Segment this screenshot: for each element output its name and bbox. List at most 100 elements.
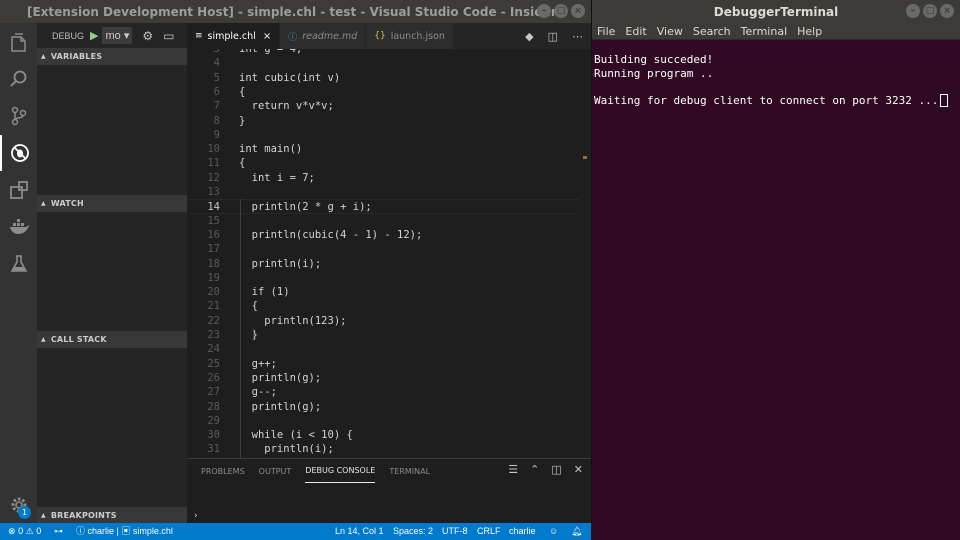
- docker-icon[interactable]: [0, 209, 37, 245]
- code-line[interactable]: 31 println(i);: [187, 442, 591, 456]
- split-editor-icon[interactable]: ◫: [548, 30, 558, 43]
- code-line[interactable]: 8}: [187, 114, 591, 128]
- console-prompt[interactable]: ›: [193, 511, 198, 521]
- line-number: 22: [207, 314, 220, 327]
- problems-status[interactable]: ⊗ 0 ⚠ 0: [8, 523, 41, 540]
- line-endings[interactable]: CRLF: [477, 523, 501, 540]
- line-number: 6: [213, 85, 220, 98]
- feedback-icon[interactable]: ☺: [549, 523, 558, 540]
- line-number: 3: [213, 49, 220, 55]
- debug-console-icon[interactable]: ▭: [163, 29, 174, 43]
- code-line[interactable]: 18 println(i);: [187, 257, 591, 271]
- gear-config-icon[interactable]: ⚙: [142, 29, 153, 43]
- code-line[interactable]: 30 while (i < 10) {: [187, 428, 591, 442]
- tab-debug-console[interactable]: DEBUG CONSOLE: [305, 459, 376, 483]
- code-editor[interactable]: 3 int g = 4; 4 5 int cubic(int v) 6{7 return …: [187, 49, 591, 458]
- code-line[interactable]: 17: [187, 242, 591, 256]
- menu-file[interactable]: File: [597, 25, 615, 38]
- code-line[interactable]: 21 {: [187, 299, 591, 313]
- code-line[interactable]: 14 println(2 * g + i);: [187, 199, 591, 214]
- terminal-output[interactable]: Building succeded! Running program .. Wa…: [592, 40, 960, 120]
- breakpoints-header[interactable]: ▲ BREAKPOINTS: [37, 507, 187, 524]
- tab-problems[interactable]: PROBLEMS: [201, 459, 245, 483]
- code-line[interactable]: 16 println(cubic(4 - 1) - 12);: [187, 228, 591, 242]
- code-line[interactable]: 19: [187, 271, 591, 285]
- code-line[interactable]: 12 int i = 7;: [187, 171, 591, 185]
- source-control-icon[interactable]: [0, 98, 37, 134]
- menu-search[interactable]: Search: [693, 25, 731, 38]
- start-debugging-icon[interactable]: ▶: [90, 29, 98, 42]
- code-line[interactable]: 23 }: [187, 328, 591, 342]
- extensions-icon[interactable]: [0, 172, 37, 208]
- line-number: 27: [207, 386, 220, 399]
- gear-icon[interactable]: 1: [0, 487, 37, 523]
- debug-config-select[interactable]: mo ▾: [102, 27, 133, 44]
- menu-view[interactable]: View: [657, 25, 683, 38]
- code-line[interactable]: 4: [187, 56, 591, 70]
- clear-console-icon[interactable]: ☰: [508, 463, 518, 476]
- code-line[interactable]: 27 g--;: [187, 385, 591, 399]
- close-window-button[interactable]: ×: [571, 4, 585, 18]
- diff-icon[interactable]: ◆: [525, 30, 533, 43]
- account[interactable]: charlie: [509, 523, 536, 540]
- menu-edit[interactable]: Edit: [625, 25, 646, 38]
- menu-terminal[interactable]: Terminal: [741, 25, 788, 38]
- more-actions-icon[interactable]: ⋯: [572, 30, 583, 43]
- bell-icon[interactable]: 🔔︎: [571, 523, 582, 540]
- close-tab-icon[interactable]: ×: [263, 31, 271, 42]
- editor-scrollbar[interactable]: [579, 49, 591, 458]
- code-line[interactable]: 29: [187, 414, 591, 428]
- code-line[interactable]: 3 int g = 4;: [187, 49, 591, 56]
- flask-icon[interactable]: [0, 246, 37, 282]
- code-line[interactable]: 11 {: [187, 156, 591, 170]
- menu-help[interactable]: Help: [797, 25, 822, 38]
- code-line[interactable]: 7 return v*v*v;: [187, 99, 591, 113]
- maximize-panel-icon[interactable]: ⌃: [530, 463, 539, 476]
- code-line[interactable]: 13: [187, 185, 591, 199]
- tab-simple-chl[interactable]: ≡ simple.chl ×: [187, 23, 281, 49]
- live-share-icon[interactable]: ⊶: [54, 523, 63, 540]
- minimize-button[interactable]: –: [906, 4, 920, 18]
- code-line[interactable]: 25 g++;: [187, 357, 591, 371]
- tab-output[interactable]: OUTPUT: [259, 459, 292, 483]
- code-line[interactable]: 5 int cubic(int v): [187, 71, 591, 85]
- line-number: 29: [207, 414, 220, 427]
- debug-label: DEBUG: [52, 30, 85, 41]
- code-line[interactable]: 22 println(123);: [187, 314, 591, 328]
- files-icon[interactable]: [0, 25, 37, 61]
- code-text: return v*v*v;: [239, 100, 334, 113]
- call-stack-header[interactable]: ▲ CALL STACK: [37, 331, 187, 348]
- debug-icon[interactable]: [0, 135, 37, 171]
- editor-tabs: ≡ simple.chl × ⓘ readme.md {} launch.jso…: [187, 23, 591, 49]
- watch-section: ▲ WATCH: [37, 195, 187, 212]
- watch-header[interactable]: ▲ WATCH: [37, 195, 187, 212]
- tab-launch-json[interactable]: {} launch.json: [366, 23, 454, 49]
- code-line[interactable]: 9: [187, 128, 591, 142]
- code-line[interactable]: 28 println(g);: [187, 400, 591, 414]
- indent-guide: [253, 328, 254, 341]
- code-line[interactable]: 10 int main(): [187, 142, 591, 156]
- code-line[interactable]: 6{: [187, 85, 591, 99]
- variables-header[interactable]: ▲ VARIABLES: [37, 48, 187, 65]
- line-number: 20: [207, 286, 220, 299]
- minimize-button[interactable]: –: [537, 4, 551, 18]
- close-window-button[interactable]: ×: [940, 4, 954, 18]
- code-line[interactable]: 20 if (1): [187, 285, 591, 299]
- window-title: [Extension Development Host] - simple.ch…: [27, 4, 564, 19]
- indentation[interactable]: Spaces: 2: [393, 523, 433, 540]
- code-line[interactable]: 15: [187, 214, 591, 228]
- toggle-panel-icon[interactable]: ◫: [551, 463, 561, 476]
- user-status[interactable]: ⓘ charlie | ▣ simple.chl: [76, 523, 173, 540]
- tab-readme-md[interactable]: ⓘ readme.md: [280, 23, 367, 49]
- code-line[interactable]: 24: [187, 342, 591, 356]
- maximize-button[interactable]: □: [554, 4, 568, 18]
- encoding[interactable]: UTF-8: [442, 523, 468, 540]
- terminal-line: Waiting for debug client to connect on p…: [594, 94, 958, 107]
- collapse-icon: ▲: [41, 200, 46, 207]
- code-line[interactable]: 26 println(g);: [187, 371, 591, 385]
- search-icon[interactable]: [0, 61, 37, 97]
- close-panel-icon[interactable]: ✕: [574, 463, 583, 476]
- cursor-position[interactable]: Ln 14, Col 1: [335, 523, 384, 540]
- tab-terminal[interactable]: TERMINAL: [389, 459, 430, 483]
- maximize-button[interactable]: □: [923, 4, 937, 18]
